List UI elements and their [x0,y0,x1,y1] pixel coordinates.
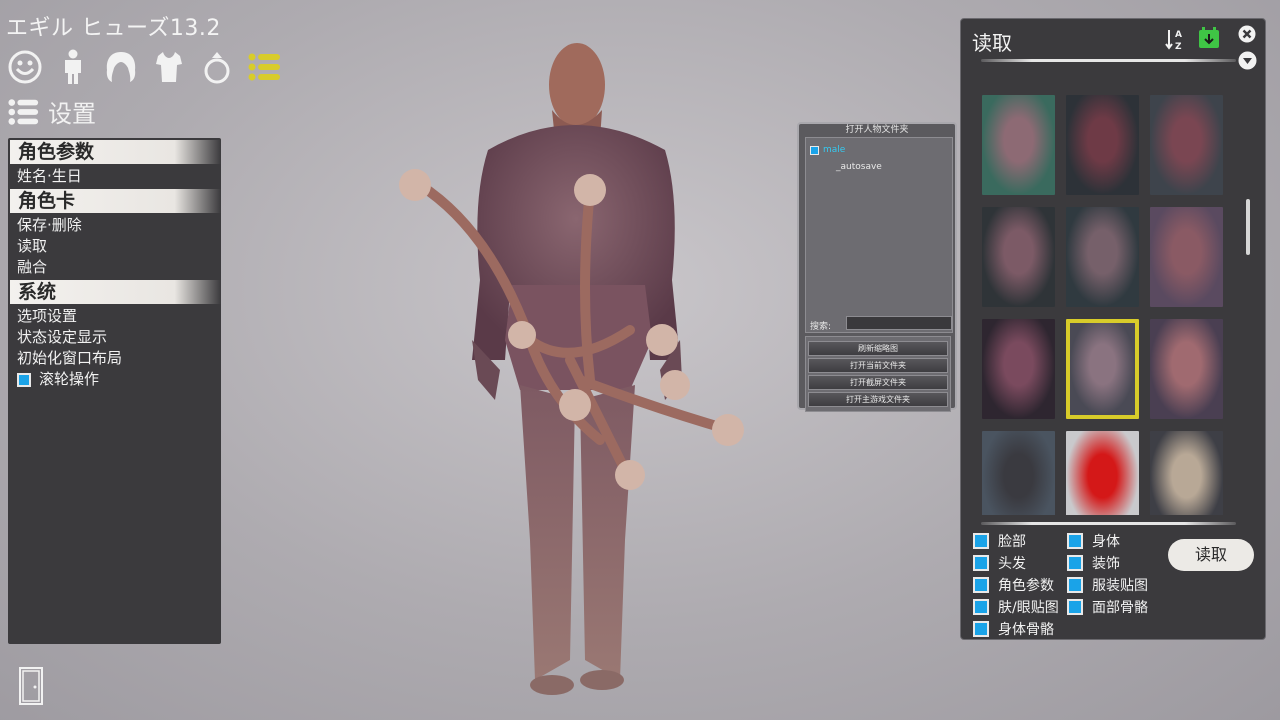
bottom-divider [981,522,1236,525]
search-input[interactable] [846,316,952,330]
svg-text:Z: Z [1175,42,1182,51]
option-face-checkbox[interactable] [973,533,989,549]
folder-node-autosave[interactable]: _autosave [836,162,882,172]
section-header-character-card: 角色卡 [10,189,221,213]
option-skin-eye-texture[interactable]: 肤/眼贴图 [973,597,1059,617]
character-thumbnail[interactable] [1150,319,1223,419]
open-main-game-folder-button[interactable]: 打开主游戏文件夹 [808,392,948,407]
character-thumbnail[interactable] [982,319,1055,419]
hair-icon[interactable] [102,48,140,86]
option-body-bones-label: 身体骨骼 [998,622,1054,638]
folder-node-male[interactable]: male [810,145,845,155]
list-icon[interactable] [246,48,284,86]
settings-menu-panel: 角色参数 姓名·生日 角色卡 保存·删除 读取 融合 系统 选项设置 状态设定显… [8,138,221,644]
settings-list-icon [8,98,39,125]
option-face-label: 脸部 [998,534,1026,550]
sort-az-icon[interactable]: A Z [1164,27,1188,51]
read-button[interactable]: 读取 [1168,539,1254,571]
folder-button-group: 刷新缩略图 打开当前文件夹 打开截屏文件夹 打开主游戏文件夹 [805,336,951,412]
character-model [399,43,744,695]
folder-node-male-label: male [823,145,846,155]
section-header-system: 系统 [10,280,221,304]
option-character-params-checkbox[interactable] [973,577,989,593]
option-body-label: 身体 [1092,534,1120,550]
option-clothing-texture-checkbox[interactable] [1067,577,1083,593]
face-icon[interactable] [6,48,44,86]
character-thumbnail[interactable] [982,207,1055,307]
svg-text:A: A [1175,30,1182,40]
refresh-thumbnails-button[interactable]: 刷新缩略图 [808,341,948,356]
character-thumbnail[interactable] [1066,431,1139,515]
folder-tree: male _autosave 搜索: [805,137,953,333]
option-skin-eye-texture-checkbox[interactable] [973,599,989,615]
body-icon[interactable] [54,48,92,86]
character-folder-dialog: 打开人物文件夹 male _autosave 搜索: 刷新缩略图 打开当前文件夹… [797,122,957,412]
option-face-bones[interactable]: 面部骨骼 [1067,597,1148,617]
read-panel: 读取 A Z 脸部 头发 角色参数 肤/眼贴图 身体骨骼 身体 装饰 服装贴图 … [960,18,1266,640]
option-body-bones[interactable]: 身体骨骼 [973,619,1054,639]
character-thumbnail-grid [982,95,1227,515]
option-accessory[interactable]: 装饰 [1067,553,1120,573]
character-thumbnail[interactable] [1150,95,1223,195]
menu-item-read[interactable]: 读取 [8,236,221,257]
option-hair[interactable]: 头发 [973,553,1026,573]
option-clothing-texture-label: 服装贴图 [1092,578,1148,594]
app-title: エギル ヒューズ13.2 [6,16,221,41]
menu-item-options[interactable]: 选项设置 [8,306,221,327]
menu-item-name-birthday[interactable]: 姓名·生日 [8,166,221,187]
menu-item-status-display[interactable]: 状态设定显示 [8,327,221,348]
character-thumbnail[interactable] [1150,207,1223,307]
character-thumbnail[interactable] [982,431,1055,515]
open-current-folder-button[interactable]: 打开当前文件夹 [808,358,948,373]
accessory-icon[interactable] [198,48,236,86]
chevron-down-icon[interactable] [1238,51,1257,70]
character-thumbnail[interactable] [982,95,1055,195]
option-body-bones-checkbox[interactable] [973,621,989,637]
read-panel-title: 读取 [972,31,1012,55]
wheel-operation-toggle[interactable]: 滚轮操作 [8,369,221,390]
settings-title: 设置 [48,100,96,128]
open-screenshot-folder-button[interactable]: 打开截屏文件夹 [808,375,948,390]
option-accessory-label: 装饰 [1092,556,1120,572]
option-accessory-checkbox[interactable] [1067,555,1083,571]
download-icon[interactable] [1198,27,1220,49]
option-face-bones-label: 面部骨骼 [1092,600,1148,616]
top-divider [981,59,1236,62]
option-body[interactable]: 身体 [1067,531,1120,551]
option-face[interactable]: 脸部 [973,531,1026,551]
character-thumbnail[interactable] [1066,95,1139,195]
character-thumbnail[interactable] [1150,431,1223,515]
option-hair-checkbox[interactable] [973,555,989,571]
search-label: 搜索: [810,322,832,332]
thumbnail-scrollbar[interactable] [1246,199,1250,255]
wheel-operation-label: 滚轮操作 [39,370,100,388]
exit-door-icon[interactable] [18,666,44,706]
option-clothing-texture[interactable]: 服装贴图 [1067,575,1148,595]
option-body-checkbox[interactable] [1067,533,1083,549]
clothes-icon[interactable] [150,48,188,86]
menu-item-merge[interactable]: 融合 [8,257,221,278]
menu-item-reset-layout[interactable]: 初始化窗口布局 [8,348,221,369]
wheel-operation-checkbox[interactable] [17,372,31,387]
category-toolbar [6,48,284,86]
folder-dialog-title: 打开人物文件夹 [845,125,909,135]
section-header-character-params: 角色参数 [10,140,221,164]
character-thumbnail[interactable] [1066,319,1139,419]
option-hair-label: 头发 [998,556,1026,572]
option-character-params[interactable]: 角色参数 [973,575,1054,595]
menu-item-save-delete[interactable]: 保存·删除 [8,215,221,236]
settings-header: 设置 [8,94,96,129]
option-character-params-label: 角色参数 [998,578,1054,594]
option-face-bones-checkbox[interactable] [1067,599,1083,615]
character-thumbnail[interactable] [1066,207,1139,307]
close-icon[interactable] [1238,25,1256,43]
option-skin-eye-texture-label: 肤/眼贴图 [998,600,1059,616]
folder-expanded-icon[interactable] [810,145,819,155]
